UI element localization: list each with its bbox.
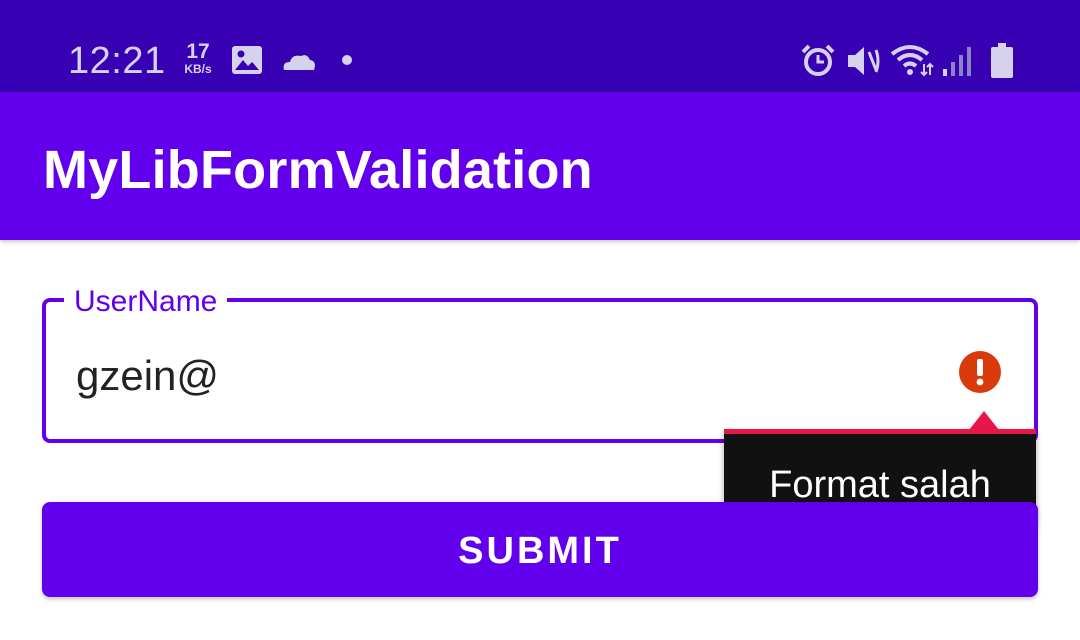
network-speed-value: 17 bbox=[186, 40, 210, 63]
submit-button-label: SUBMIT bbox=[458, 530, 622, 572]
app-bar: MyLibFormValidation bbox=[0, 92, 1080, 240]
error-alert-icon[interactable] bbox=[958, 350, 1002, 394]
battery-icon bbox=[990, 43, 1014, 79]
wifi-icon bbox=[890, 44, 934, 78]
username-input-value[interactable]: gzein@ bbox=[76, 352, 219, 400]
error-message: Format salah bbox=[769, 464, 991, 506]
network-speed-unit: KB/s bbox=[184, 62, 212, 76]
status-bar: 12:21 17 KB/s bbox=[0, 0, 1080, 92]
signal-icon bbox=[942, 45, 972, 77]
status-time: 12:21 bbox=[68, 40, 166, 82]
submit-button[interactable]: SUBMIT bbox=[42, 502, 1038, 597]
network-speed: 17 KB/s bbox=[177, 41, 219, 75]
cloud-icon bbox=[280, 50, 318, 74]
notification-dot-icon bbox=[342, 55, 352, 65]
tooltip-arrow bbox=[969, 411, 999, 430]
image-icon bbox=[231, 45, 263, 75]
app-title: MyLibFormValidation bbox=[43, 140, 593, 200]
username-label: UserName bbox=[64, 285, 228, 319]
alarm-icon bbox=[800, 43, 836, 79]
vibrate-mute-icon bbox=[845, 44, 881, 78]
